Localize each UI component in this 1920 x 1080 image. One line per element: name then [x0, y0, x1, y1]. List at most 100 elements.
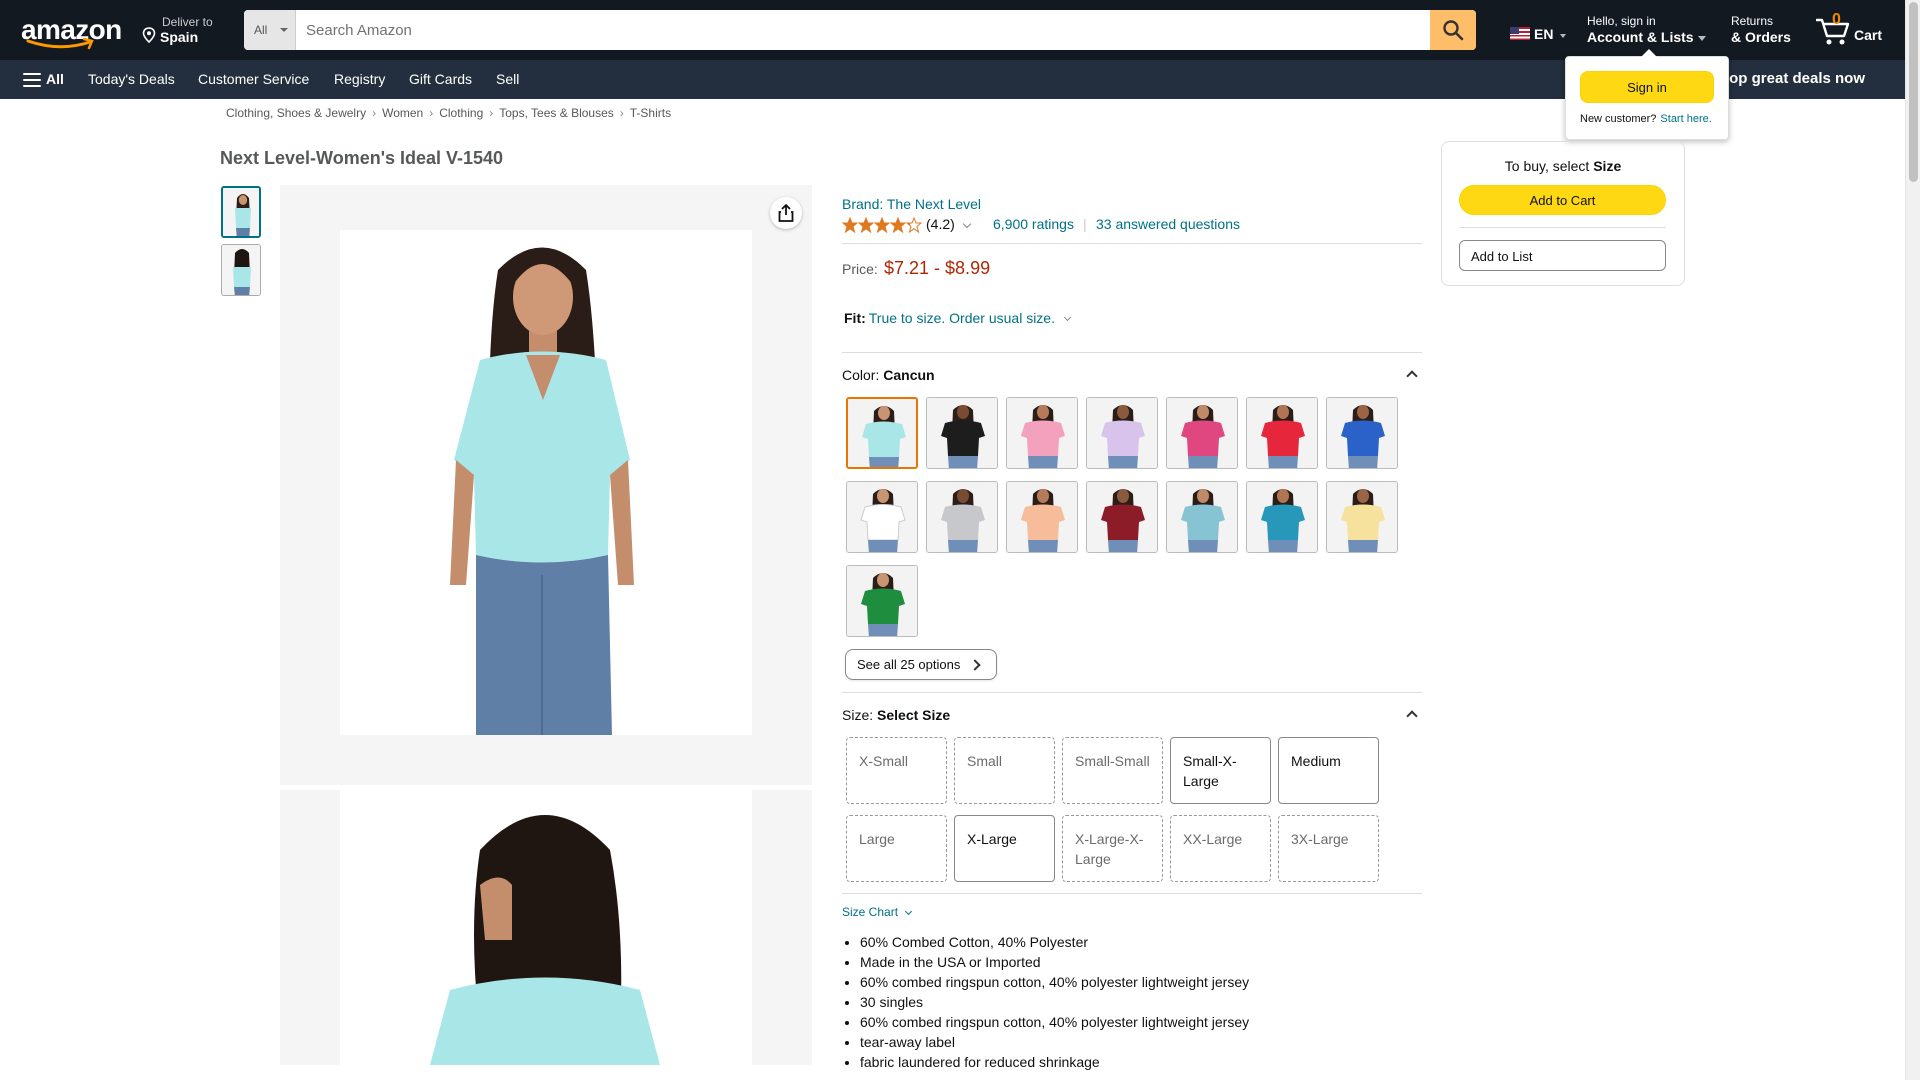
nav-todays-deals[interactable]: Today's Deals: [88, 71, 175, 87]
color-swatch[interactable]: [1166, 397, 1238, 469]
nav-sell[interactable]: Sell: [496, 71, 519, 87]
star-rating-icon[interactable]: [842, 217, 922, 233]
chevron-up-icon[interactable]: [1406, 370, 1418, 382]
orders-label: & Orders: [1731, 29, 1791, 45]
scrollbar-thumb[interactable]: [1909, 2, 1918, 182]
buy-box: To buy, select Size Add to Cart Add to L…: [1441, 141, 1685, 286]
color-swatch-image: [1087, 482, 1157, 552]
model-front-image: [280, 185, 812, 785]
account-menu[interactable]: Hello, sign in Account & Lists: [1587, 14, 1706, 45]
search-bar: All: [244, 10, 1476, 50]
size-option[interactable]: Small-X-Large: [1170, 737, 1271, 804]
see-all-options-button[interactable]: See all 25 options: [845, 649, 997, 680]
signin-button[interactable]: Sign in: [1580, 71, 1714, 103]
account-label: Account & Lists: [1587, 29, 1694, 45]
caret-down-icon: [1697, 35, 1706, 41]
price-value: $7.21 - $8.99: [884, 258, 991, 278]
search-input[interactable]: [296, 10, 1420, 50]
size-chart-link[interactable]: Size Chart: [842, 905, 913, 919]
color-swatch[interactable]: [1006, 481, 1078, 553]
amazon-logo[interactable]: amazon: [20, 10, 122, 50]
chevron-up-icon[interactable]: [1406, 710, 1418, 722]
color-swatch[interactable]: [1246, 397, 1318, 469]
color-swatch[interactable]: [1246, 481, 1318, 553]
color-swatch[interactable]: [846, 481, 918, 553]
color-swatch-image: [1327, 398, 1397, 468]
size-option[interactable]: X-Small: [846, 737, 947, 804]
cart-label: Cart: [1854, 27, 1883, 43]
product-thumbnail-image: [223, 188, 259, 236]
top-nav: amazon Deliver to Spain All EN Hello, si…: [0, 0, 1905, 60]
shop-deals-promo[interactable]: Shop great deals now: [1710, 70, 1865, 87]
color-section-header[interactable]: Color: Cancun: [842, 367, 935, 383]
color-swatch[interactable]: [1086, 397, 1158, 469]
size-option[interactable]: XX-Large: [1170, 815, 1271, 882]
color-swatch[interactable]: [926, 481, 998, 553]
hamburger-icon: [23, 73, 41, 87]
breadcrumb-item[interactable]: Clothing, Shoes & Jewelry: [226, 106, 366, 120]
start-here-link[interactable]: Start here.: [1660, 113, 1711, 125]
color-swatch-image: [1247, 398, 1317, 468]
fit-value: True to size. Order usual size.: [868, 310, 1055, 326]
size-option[interactable]: Small: [954, 737, 1055, 804]
model-back-image: [280, 790, 812, 1065]
list-item: 30 singles: [860, 992, 1249, 1012]
breadcrumb-item[interactable]: Tops, Tees & Blouses: [499, 106, 614, 120]
color-swatch[interactable]: [1006, 397, 1078, 469]
cart-button[interactable]: 0 Cart: [1814, 10, 1894, 50]
color-swatch[interactable]: [846, 397, 918, 469]
nav-customer-service[interactable]: Customer Service: [198, 71, 309, 87]
brand-link[interactable]: Brand: The Next Level: [842, 196, 981, 212]
returns-orders[interactable]: Returns & Orders: [1731, 14, 1791, 45]
size-section-header[interactable]: Size: Select Size: [842, 707, 950, 723]
size-option[interactable]: Small-Small: [1062, 737, 1163, 804]
fit-label: Fit:: [844, 310, 866, 326]
fit-info[interactable]: Fit: True to size. Order usual size.: [844, 310, 1072, 326]
breadcrumb-item[interactable]: Clothing: [439, 106, 483, 120]
nav-registry[interactable]: Registry: [334, 71, 385, 87]
chevron-right-icon: ›: [619, 106, 624, 120]
chevron-down-icon: [904, 907, 913, 916]
image-thumbnail-back[interactable]: [221, 244, 261, 296]
chevron-right-icon: ›: [489, 106, 494, 120]
color-swatch[interactable]: [926, 397, 998, 469]
returns-label: Returns: [1731, 14, 1774, 28]
secondary-product-image[interactable]: [280, 790, 812, 1065]
color-swatch-image: [1327, 482, 1397, 552]
size-option[interactable]: X-Large-X-Large: [1062, 815, 1163, 882]
color-swatch[interactable]: [1086, 481, 1158, 553]
language-label: EN: [1534, 26, 1554, 42]
search-category-dropdown[interactable]: All: [244, 10, 296, 50]
breadcrumb-item[interactable]: Women: [382, 106, 423, 120]
main-product-image[interactable]: [280, 185, 812, 785]
color-swatch[interactable]: [1326, 481, 1398, 553]
color-swatch[interactable]: [1166, 481, 1238, 553]
buy-box-prompt: To buy, select Size: [1504, 158, 1622, 174]
search-icon: [1443, 20, 1464, 41]
size-option[interactable]: X-Large: [954, 815, 1055, 882]
divider: [842, 692, 1422, 693]
answered-questions-link[interactable]: 33 answered questions: [1096, 216, 1240, 232]
size-option[interactable]: Large: [846, 815, 947, 882]
image-thumbnail-front[interactable]: [221, 186, 261, 238]
color-swatch[interactable]: [1326, 397, 1398, 469]
add-to-cart-button[interactable]: Add to Cart: [1459, 185, 1666, 215]
ratings-count-link[interactable]: 6,900 ratings: [993, 216, 1074, 232]
rating-value: (4.2): [926, 216, 955, 232]
new-customer-text: New customer?: [1580, 113, 1657, 125]
share-button[interactable]: [770, 197, 802, 229]
nav-gift-cards[interactable]: Gift Cards: [409, 71, 472, 87]
search-button[interactable]: [1430, 10, 1476, 50]
size-option[interactable]: Medium: [1278, 737, 1379, 804]
caret-down-icon: [1560, 34, 1566, 38]
page-scrollbar[interactable]: [1905, 0, 1920, 1080]
chevron-down-icon[interactable]: [962, 219, 972, 229]
deliver-location: Spain: [160, 29, 199, 45]
size-option[interactable]: 3X-Large: [1278, 815, 1379, 882]
list-item: fabric laundered for reduced shrinkage: [860, 1052, 1249, 1072]
add-to-list-button[interactable]: Add to List: [1459, 240, 1666, 271]
color-swatch-image: [927, 398, 997, 468]
color-swatch[interactable]: [846, 565, 918, 637]
breadcrumb-item[interactable]: T-Shirts: [630, 106, 671, 120]
breadcrumb: Clothing, Shoes & Jewelry › Women › Clothing…: [226, 106, 671, 120]
